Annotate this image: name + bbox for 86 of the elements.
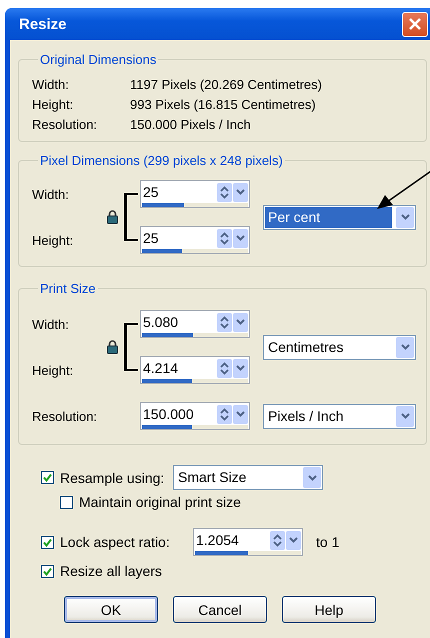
- caret-icon: [400, 413, 410, 419]
- field-value: 1197 Pixels (20.269 Centimetres): [130, 77, 323, 92]
- caret-icon: [308, 474, 316, 480]
- dropdown-button[interactable]: [233, 228, 248, 248]
- up-down-icon: [220, 232, 229, 244]
- checkbox-label[interactable]: Maintain original print size: [79, 494, 241, 510]
- dropdown[interactable]: Per cent: [263, 204, 416, 230]
- field-value: 4.214: [143, 359, 180, 377]
- field-value: 1.2054: [196, 531, 240, 549]
- spin-field[interactable]: 5.080: [140, 310, 250, 338]
- checkbox-label[interactable]: Resample using:: [60, 470, 173, 486]
- up-down-icon: [273, 534, 282, 546]
- link-bracket: [124, 323, 138, 371]
- checkbox[interactable]: [41, 471, 54, 484]
- checkbox[interactable]: [60, 496, 73, 508]
- dialog-button[interactable]: Cancel: [173, 596, 267, 623]
- caret-icon: [236, 319, 245, 325]
- check-icon: [43, 473, 52, 482]
- close-button[interactable]: [402, 12, 428, 36]
- up-down-icon: [220, 316, 229, 328]
- dropdown-button[interactable]: [286, 530, 301, 550]
- spin-button[interactable]: [217, 228, 232, 248]
- field-label: Height:: [32, 97, 74, 112]
- spin-field[interactable]: 1.2054: [193, 528, 303, 556]
- spin-button[interactable]: [270, 530, 285, 550]
- dropdown[interactable]: Centimetres: [263, 334, 416, 360]
- check-icon: [43, 566, 52, 576]
- dropdown-value: Centimetres: [267, 338, 344, 356]
- dropdown-value: Per cent: [265, 206, 392, 228]
- checkbox[interactable]: [41, 564, 54, 578]
- up-down-icon: [220, 408, 229, 420]
- up-down-icon: [220, 186, 229, 198]
- field-value: 150.000 Pixels / Inch: [130, 117, 252, 132]
- dropdown-button[interactable]: [233, 312, 248, 332]
- spin-field[interactable]: 25: [140, 180, 250, 208]
- link-bracket: [124, 193, 138, 241]
- window-title: Resize: [19, 16, 67, 32]
- dropdown-button[interactable]: [233, 404, 248, 424]
- dropdown-button[interactable]: [233, 182, 248, 202]
- spin-field[interactable]: 4.214: [140, 356, 250, 384]
- field-value: 25: [143, 229, 160, 247]
- field-value: 5.080: [143, 313, 180, 331]
- dropdown[interactable]: Smart Size: [173, 465, 323, 490]
- spin-button[interactable]: [217, 312, 232, 332]
- caret-icon: [236, 189, 245, 195]
- dropdown[interactable]: Pixels / Inch: [263, 404, 416, 428]
- field-label: Width:: [32, 186, 70, 202]
- group-title: Print Size: [39, 281, 97, 296]
- caret-icon: [236, 365, 245, 371]
- caret-icon: [236, 411, 245, 417]
- field-label: Resolution:: [32, 408, 98, 424]
- field-label: Height:: [32, 232, 74, 248]
- spin-button[interactable]: [217, 182, 232, 202]
- field-value: 993 Pixels (16.815 Centimetres): [130, 97, 317, 112]
- dropdown-button[interactable]: [303, 467, 321, 488]
- field-label: Width:: [32, 316, 70, 332]
- dropdown-button[interactable]: [396, 336, 414, 358]
- spin-button[interactable]: [217, 404, 232, 424]
- up-down-icon: [220, 362, 229, 374]
- field-label: Height:: [32, 362, 74, 378]
- dropdown-button[interactable]: [396, 406, 414, 426]
- checkbox-label[interactable]: Lock aspect ratio:: [60, 534, 193, 550]
- spin-field[interactable]: 25: [140, 226, 250, 254]
- caret-icon: [236, 235, 245, 241]
- dropdown-button[interactable]: [233, 358, 248, 378]
- group-title: Original Dimensions: [39, 52, 158, 67]
- caret-icon: [289, 537, 298, 543]
- dialog-button[interactable]: Help: [282, 596, 376, 623]
- field-label: Resolution:: [32, 117, 98, 132]
- field-label: Width:: [32, 77, 70, 92]
- checkbox-label[interactable]: Resize all layers: [60, 563, 162, 579]
- spin-button[interactable]: [217, 358, 232, 378]
- close-icon: [409, 18, 421, 30]
- checkbox[interactable]: [41, 536, 54, 548]
- dialog-button[interactable]: OK: [64, 596, 158, 623]
- dropdown-value: Smart Size: [177, 468, 248, 487]
- suffix-label: to 1: [316, 534, 340, 550]
- dropdown-value: Pixels / Inch: [267, 406, 344, 426]
- caret-icon: [400, 344, 410, 350]
- spin-field[interactable]: 150.000: [140, 402, 250, 430]
- check-icon: [43, 538, 52, 546]
- dropdown-button[interactable]: [396, 206, 414, 228]
- field-value: 25: [143, 183, 160, 201]
- field-value: 150.000: [143, 405, 195, 423]
- caret-icon: [400, 214, 410, 220]
- group-title: Pixel Dimensions (299 pixels x 248 pixels): [39, 153, 284, 168]
